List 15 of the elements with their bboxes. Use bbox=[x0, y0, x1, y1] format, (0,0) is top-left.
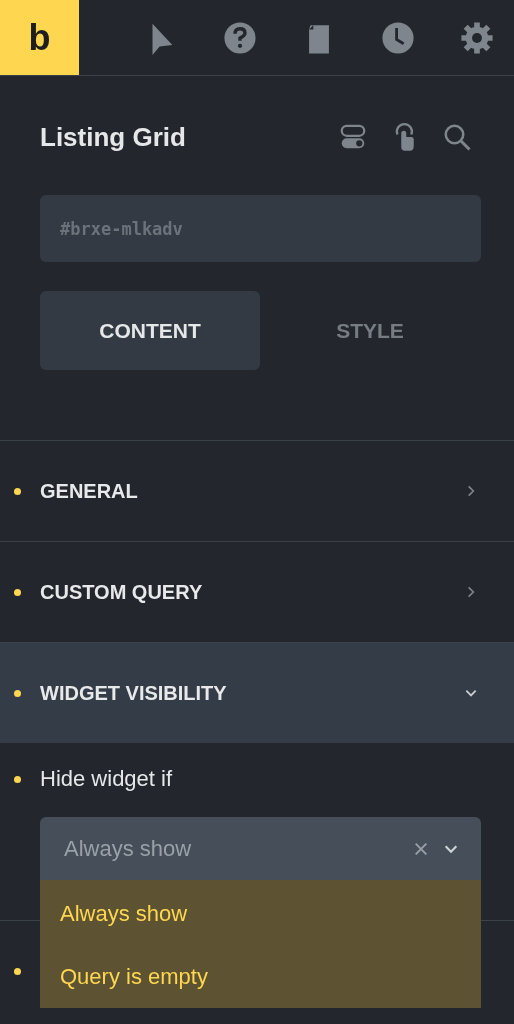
element-title: Listing Grid bbox=[40, 121, 186, 153]
section-header[interactable]: GENERAL bbox=[0, 441, 514, 542]
clock-icon[interactable] bbox=[381, 20, 415, 55]
help-icon[interactable] bbox=[223, 20, 257, 55]
dropdown-option[interactable]: Query is empty bbox=[40, 945, 481, 1008]
search-icon[interactable] bbox=[442, 122, 472, 152]
tab[interactable]: STYLE bbox=[260, 291, 480, 370]
tab[interactable]: CONTENT bbox=[40, 291, 260, 370]
clear-icon[interactable] bbox=[413, 840, 429, 857]
field-label: Hide widget if bbox=[40, 766, 173, 792]
id-input-field[interactable]: #brxe-mlkadv bbox=[40, 195, 481, 262]
section-header[interactable]: WIDGET VISIBILITY bbox=[0, 643, 514, 743]
settings-icon[interactable] bbox=[460, 20, 494, 55]
logo[interactable]: b bbox=[0, 0, 79, 75]
dropdown-option[interactable]: Always show bbox=[40, 882, 481, 945]
